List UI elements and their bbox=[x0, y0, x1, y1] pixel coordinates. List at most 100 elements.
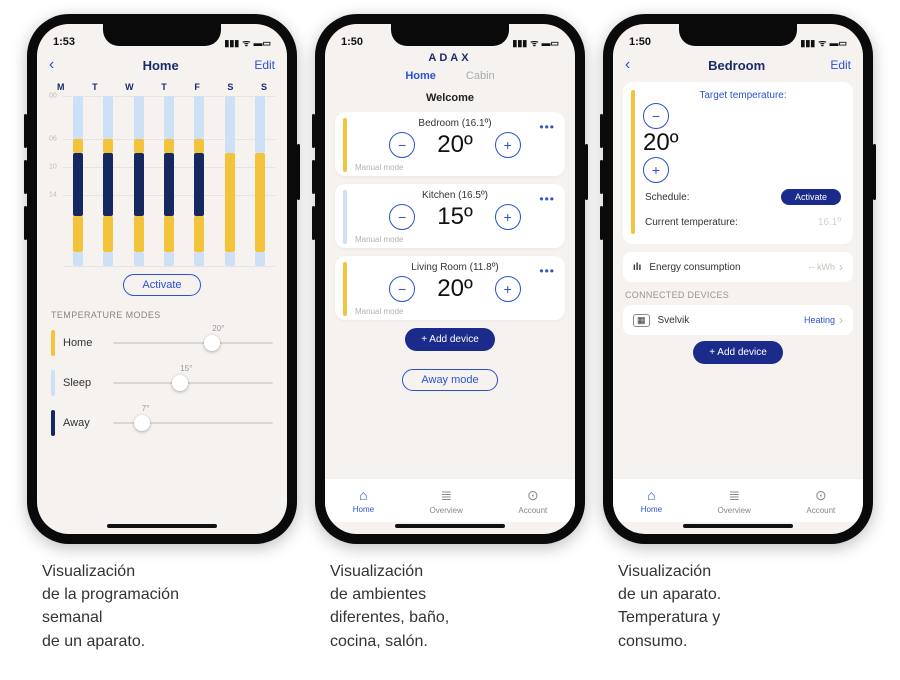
back-button[interactable]: ‹ bbox=[49, 56, 67, 74]
back-button[interactable]: ‹ bbox=[625, 56, 643, 74]
more-icon[interactable]: ••• bbox=[539, 264, 555, 278]
schedule-day-bar[interactable] bbox=[164, 96, 174, 266]
activate-button[interactable]: Activate bbox=[123, 274, 200, 296]
notch bbox=[679, 24, 797, 46]
schedule-segment-sleep bbox=[255, 252, 265, 266]
welcome-label: Welcome bbox=[325, 88, 575, 112]
mode-name: Home bbox=[63, 337, 105, 349]
brand-logo: ADAX bbox=[325, 50, 575, 70]
status-time: 1:53 bbox=[53, 36, 75, 48]
schedule-segment-home bbox=[225, 153, 235, 252]
nav-label: Overview bbox=[718, 506, 751, 515]
room-card[interactable]: Living Room (11.8º)−20º+Manual mode••• bbox=[335, 256, 565, 320]
decrease-button[interactable]: − bbox=[389, 204, 415, 230]
schedule-segment-home bbox=[255, 153, 265, 252]
decrease-button[interactable]: − bbox=[643, 103, 669, 129]
nav-account[interactable]: ⊙Account bbox=[806, 487, 835, 515]
battery-icon: ▬▭ bbox=[253, 39, 271, 48]
bottom-nav: ⌂Home ≣ Overview ⊙Account bbox=[613, 478, 863, 522]
schedule-segment-home bbox=[164, 139, 174, 153]
schedule-segment-home bbox=[194, 216, 204, 251]
home-indicator[interactable] bbox=[107, 524, 217, 528]
signal-icon: ▮▮▮ bbox=[512, 39, 527, 48]
day-label: S bbox=[261, 82, 267, 92]
schedule-segment-home bbox=[73, 139, 83, 153]
slider-thumb[interactable] bbox=[172, 375, 188, 391]
schedule-segment-sleep bbox=[103, 252, 113, 266]
room-card[interactable]: Kitchen (16.5º)−15º+Manual mode••• bbox=[335, 184, 565, 248]
home-icon: ⌂ bbox=[359, 487, 367, 503]
add-device-button[interactable]: + Add device bbox=[405, 328, 495, 351]
schedule-day-bar[interactable] bbox=[225, 96, 235, 266]
mode-row-home: Home 20° bbox=[47, 326, 277, 366]
schedule-day-bar[interactable] bbox=[255, 96, 265, 266]
mode-row-away: Away7° bbox=[47, 406, 277, 446]
energy-row[interactable]: ılı Energy consumption -- kWh› bbox=[623, 252, 853, 282]
more-icon[interactable]: ••• bbox=[539, 120, 555, 134]
schedule-segment-home bbox=[194, 139, 204, 153]
increase-button[interactable]: + bbox=[643, 157, 669, 183]
slider-thumb[interactable] bbox=[204, 335, 220, 351]
target-temperature-card: Target temperature: − 20º + Schedule: Ac… bbox=[623, 82, 853, 244]
mode-swatch bbox=[51, 410, 55, 436]
nav-overview[interactable]: ≣Overview bbox=[430, 487, 463, 515]
edit-button[interactable]: Edit bbox=[830, 58, 851, 72]
increase-button[interactable]: + bbox=[495, 276, 521, 302]
tab-cabin[interactable]: Cabin bbox=[466, 70, 495, 82]
overview-icon: ≣ bbox=[728, 487, 740, 504]
account-icon: ⊙ bbox=[815, 487, 827, 504]
activate-schedule-button[interactable]: Activate bbox=[781, 189, 841, 205]
schedule-day-bar[interactable] bbox=[134, 96, 144, 266]
nav-account[interactable]: ⊙Account bbox=[518, 487, 547, 515]
schedule-segment-away bbox=[103, 153, 113, 217]
nav-overview[interactable]: ≣ Overview bbox=[718, 487, 751, 515]
phone-frame-schedule: 1:53 ▮▮▮ᯤ▬▭ ‹ Home Edit M T W T F S bbox=[27, 14, 297, 544]
room-temperature: 20º bbox=[437, 275, 472, 303]
signal-icon: ▮▮▮ bbox=[800, 39, 815, 48]
mode-slider[interactable]: 20° bbox=[113, 333, 273, 353]
schedule-day-bar[interactable] bbox=[73, 96, 83, 266]
schedule-day-bar[interactable] bbox=[194, 96, 204, 266]
y-tick: 00 bbox=[49, 93, 57, 100]
day-label: T bbox=[161, 82, 167, 92]
away-mode-button[interactable]: Away mode bbox=[402, 369, 497, 391]
schedule-segment-home bbox=[103, 216, 113, 251]
schedule-day-bar[interactable] bbox=[103, 96, 113, 266]
mode-value: 7° bbox=[142, 404, 150, 413]
more-icon[interactable]: ••• bbox=[539, 192, 555, 206]
device-row[interactable]: ▦ Svelvik Heating› bbox=[623, 305, 853, 335]
decrease-button[interactable]: − bbox=[389, 276, 415, 302]
nav-home[interactable]: ⌂Home bbox=[641, 487, 662, 514]
edit-button[interactable]: Edit bbox=[254, 58, 275, 72]
decrease-button[interactable]: − bbox=[389, 132, 415, 158]
tab-home[interactable]: Home bbox=[405, 70, 436, 82]
slider-thumb[interactable] bbox=[134, 415, 150, 431]
room-mode: Manual mode bbox=[355, 233, 555, 244]
day-label: F bbox=[194, 82, 200, 92]
bottom-nav: ⌂Home ≣Overview ⊙Account bbox=[325, 478, 575, 522]
battery-icon: ▬▭ bbox=[541, 39, 559, 48]
schedule-segment-sleep bbox=[194, 96, 204, 139]
nav-label: Home bbox=[641, 505, 662, 514]
temperature-modes-header: TEMPERATURE MODES bbox=[47, 306, 277, 326]
caption: Visualización de ambientes diferentes, b… bbox=[330, 560, 570, 653]
caption: Visualización de un aparato. Temperatura… bbox=[618, 560, 858, 653]
schedule-chart[interactable]: 00 06 10 14 bbox=[49, 96, 275, 266]
target-temperature: 20º bbox=[643, 129, 678, 156]
mode-stripe bbox=[343, 262, 347, 316]
schedule-segment-home bbox=[73, 216, 83, 251]
room-mode: Manual mode bbox=[355, 305, 555, 316]
mode-slider[interactable]: 15° bbox=[113, 373, 273, 393]
room-card[interactable]: Bedroom (16.1º)−20º+Manual mode••• bbox=[335, 112, 565, 176]
nav-home[interactable]: ⌂Home bbox=[353, 487, 374, 514]
home-indicator[interactable] bbox=[683, 524, 793, 528]
mode-slider[interactable]: 7° bbox=[113, 413, 273, 433]
add-device-button[interactable]: + Add device bbox=[693, 341, 783, 364]
schedule-segment-sleep bbox=[225, 96, 235, 153]
device-name: Svelvik bbox=[658, 315, 690, 326]
home-indicator[interactable] bbox=[395, 524, 505, 528]
mode-stripe bbox=[631, 90, 635, 234]
increase-button[interactable]: + bbox=[495, 132, 521, 158]
status-icons: ▮▮▮ᯤ▬▭ bbox=[800, 39, 847, 48]
increase-button[interactable]: + bbox=[495, 204, 521, 230]
